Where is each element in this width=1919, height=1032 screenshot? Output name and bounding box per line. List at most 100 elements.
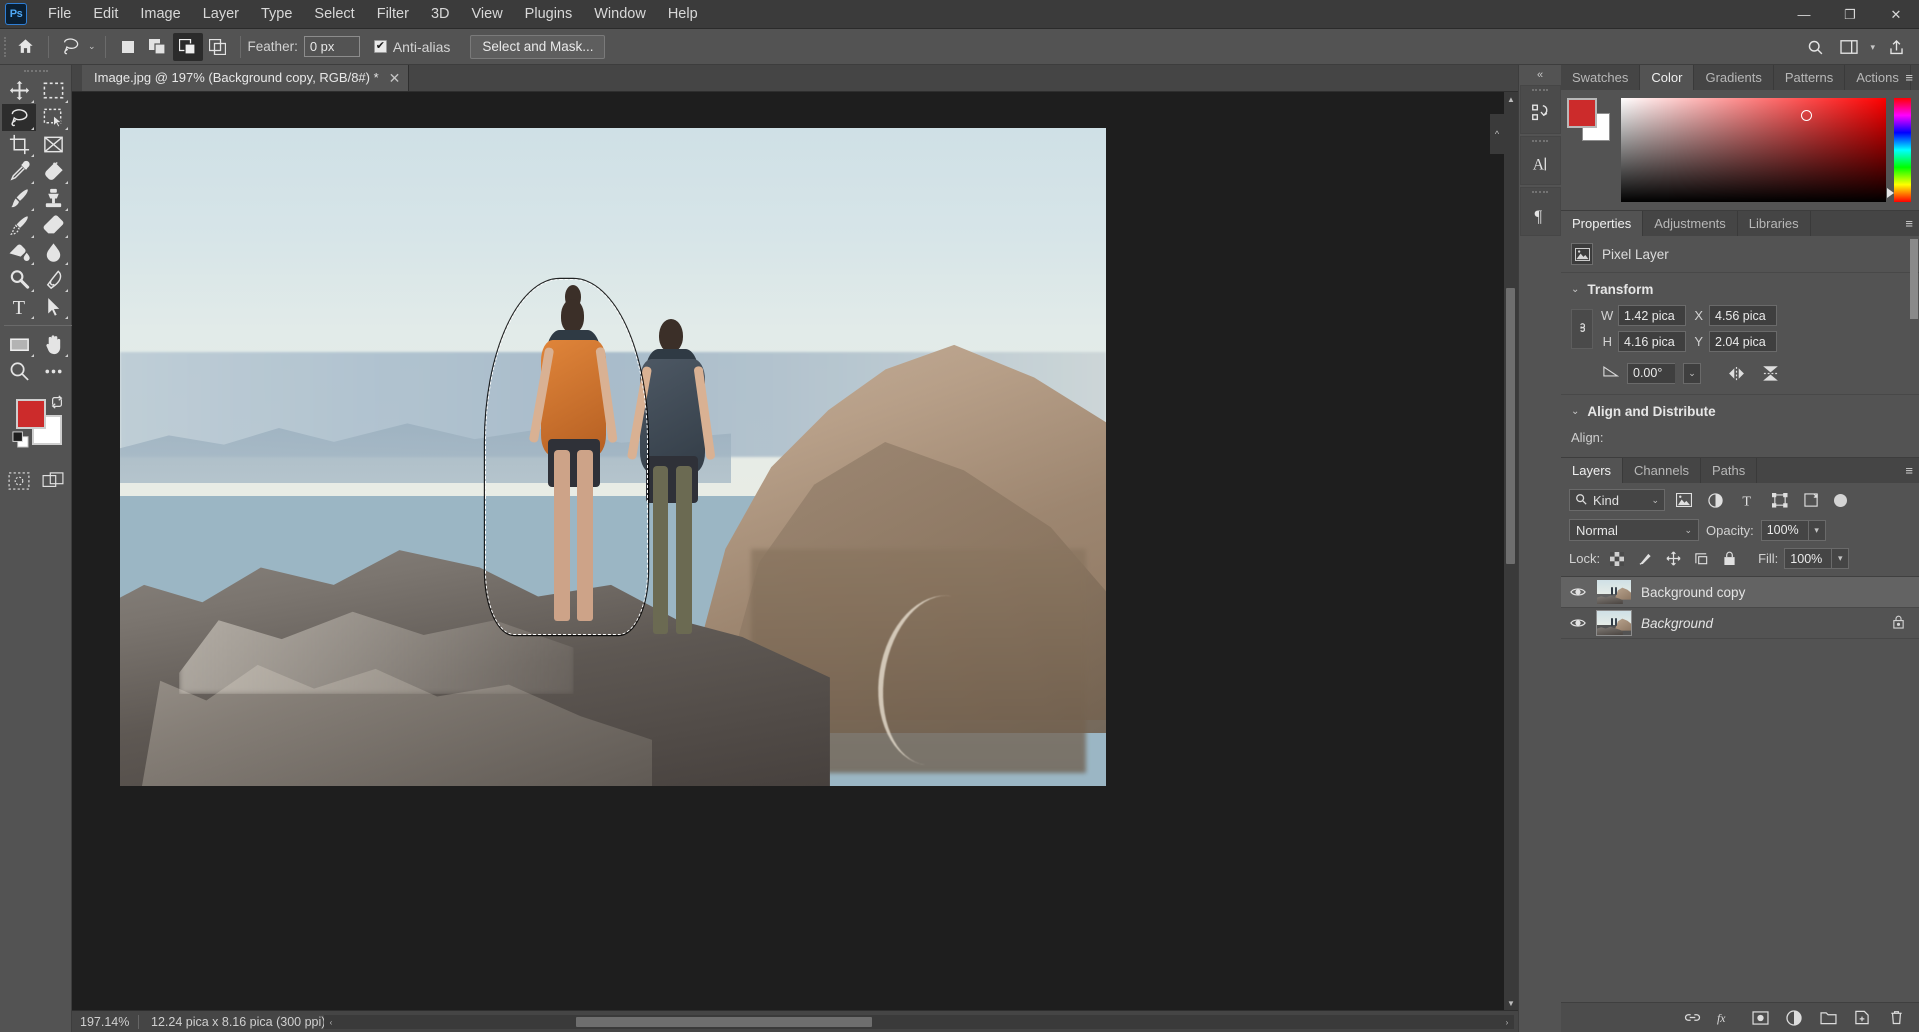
- move-tool[interactable]: [2, 77, 36, 104]
- blend-mode-select[interactable]: Normal ⌄: [1569, 519, 1699, 541]
- panel-menu-icon[interactable]: ≡: [1905, 211, 1913, 236]
- layer-name[interactable]: Background copy: [1641, 585, 1911, 600]
- edit-toolbar-more[interactable]: [36, 358, 70, 385]
- scroll-right-arrow[interactable]: ›: [1500, 1015, 1514, 1029]
- lasso-tool[interactable]: [2, 104, 36, 131]
- hand-tool[interactable]: [36, 331, 70, 358]
- default-colors-icon[interactable]: [12, 431, 29, 451]
- share-icon[interactable]: [1881, 33, 1911, 61]
- maximize-button[interactable]: ❐: [1827, 0, 1873, 29]
- menu-item-edit[interactable]: Edit: [82, 0, 129, 28]
- canvas[interactable]: ^ ▲ ▼: [72, 92, 1518, 1010]
- menu-item-image[interactable]: Image: [129, 0, 191, 28]
- lock-transparent-pixels-icon[interactable]: [1606, 549, 1628, 569]
- rectangular-marquee-tool[interactable]: [36, 77, 70, 104]
- chevron-down-icon[interactable]: ⌄: [88, 41, 96, 52]
- tab-properties[interactable]: Properties: [1561, 211, 1644, 236]
- filter-shape-icon[interactable]: [1766, 489, 1793, 511]
- canvas-collapse-toggle[interactable]: ^: [1490, 114, 1504, 154]
- rectangle-tool[interactable]: [2, 331, 36, 358]
- flip-horizontal-icon[interactable]: [1723, 362, 1749, 384]
- tab-layers[interactable]: Layers: [1561, 458, 1624, 483]
- chevron-down-icon[interactable]: ⌄: [1571, 406, 1579, 417]
- character-icon[interactable]: A: [1521, 144, 1562, 184]
- filter-adjustment-icon[interactable]: [1702, 489, 1729, 511]
- add-layer-mask-icon[interactable]: [1751, 1009, 1769, 1027]
- eraser-tool[interactable]: [36, 212, 70, 239]
- new-layer-icon[interactable]: [1853, 1009, 1871, 1027]
- panel-grip[interactable]: [1521, 137, 1560, 144]
- new-selection-button[interactable]: [113, 33, 143, 61]
- y-input[interactable]: [1709, 331, 1777, 352]
- subtract-from-selection-button[interactable]: [172, 32, 203, 61]
- path-selection-tool[interactable]: [36, 293, 70, 320]
- hue-slider[interactable]: [1887, 98, 1911, 202]
- expand-panels-icon[interactable]: «: [1519, 65, 1562, 85]
- scrollbar-thumb[interactable]: [1506, 288, 1515, 564]
- menu-item-file[interactable]: File: [37, 0, 82, 28]
- quick-mask-icon[interactable]: [6, 469, 32, 493]
- type-tool[interactable]: T: [2, 293, 36, 320]
- hue-slider-marker[interactable]: [1887, 188, 1894, 198]
- close-icon[interactable]: ✕: [389, 71, 401, 85]
- fill-value[interactable]: 100%: [1784, 548, 1833, 569]
- dodge-tool[interactable]: [2, 266, 36, 293]
- layer-visibility-icon[interactable]: [1569, 617, 1587, 629]
- blur-tool[interactable]: [36, 239, 70, 266]
- tab-color[interactable]: Color: [1640, 65, 1695, 90]
- paragraph-icon[interactable]: ¶: [1521, 195, 1562, 235]
- fill-dropdown-icon[interactable]: ▾: [1832, 548, 1850, 569]
- home-icon[interactable]: [9, 33, 41, 61]
- layer-row[interactable]: Background copy: [1561, 577, 1919, 608]
- select-and-mask-button[interactable]: Select and Mask...: [470, 34, 606, 59]
- screen-mode-icon[interactable]: [40, 469, 66, 493]
- layer-visibility-icon[interactable]: [1569, 586, 1587, 598]
- eyedropper-tool[interactable]: [2, 158, 36, 185]
- lasso-tool-icon[interactable]: [56, 33, 86, 61]
- menu-item-3d[interactable]: 3D: [420, 0, 461, 28]
- active-tool-preset[interactable]: ⌄: [56, 33, 98, 61]
- pen-tool[interactable]: [36, 266, 70, 293]
- clone-stamp-tool[interactable]: [36, 185, 70, 212]
- opacity-value[interactable]: 100%: [1760, 519, 1809, 541]
- menu-item-layer[interactable]: Layer: [192, 0, 250, 28]
- spot-healing-brush-tool[interactable]: [36, 158, 70, 185]
- menu-item-type[interactable]: Type: [250, 0, 303, 28]
- filter-kind-select[interactable]: Kind ⌄: [1569, 489, 1665, 511]
- new-group-icon[interactable]: [1819, 1009, 1837, 1027]
- close-button[interactable]: ✕: [1873, 0, 1919, 29]
- brush-tool[interactable]: [2, 185, 36, 212]
- x-input[interactable]: [1709, 305, 1777, 326]
- object-selection-tool[interactable]: [36, 104, 70, 131]
- frame-tool[interactable]: [36, 131, 70, 158]
- scroll-up-arrow[interactable]: ▲: [1504, 92, 1518, 106]
- opacity-dropdown-icon[interactable]: ▾: [1808, 519, 1826, 541]
- flip-vertical-icon[interactable]: [1757, 362, 1783, 384]
- tab-actions[interactable]: Actions: [1845, 65, 1911, 90]
- filter-type-icon[interactable]: T: [1734, 489, 1761, 511]
- new-adjustment-layer-icon[interactable]: [1785, 1009, 1803, 1027]
- filter-toggle[interactable]: [1834, 493, 1847, 507]
- lock-all-icon[interactable]: [1718, 549, 1740, 569]
- search-icon[interactable]: [1800, 33, 1830, 61]
- height-input[interactable]: [1618, 331, 1686, 352]
- lock-artboard-nesting-icon[interactable]: [1690, 549, 1712, 569]
- align-section-header[interactable]: ⌄ Align and Distribute: [1561, 394, 1919, 425]
- menu-item-plugins[interactable]: Plugins: [514, 0, 584, 28]
- angle-dropdown-icon[interactable]: ⌄: [1683, 362, 1701, 384]
- delete-layer-icon[interactable]: [1887, 1009, 1905, 1027]
- properties-scrollbar[interactable]: [1910, 239, 1918, 319]
- tab-paths[interactable]: Paths: [1700, 458, 1758, 483]
- document-tab[interactable]: Image.jpg @ 197% (Background copy, RGB/8…: [82, 64, 410, 91]
- angle-input[interactable]: [1627, 362, 1675, 384]
- menu-item-filter[interactable]: Filter: [366, 0, 420, 28]
- menu-item-select[interactable]: Select: [303, 0, 365, 28]
- zoom-level[interactable]: 197.14%: [72, 1015, 138, 1029]
- chevron-down-icon[interactable]: ⌄: [1651, 495, 1659, 506]
- tab-channels[interactable]: Channels: [1623, 458, 1701, 483]
- lock-position-icon[interactable]: [1662, 549, 1684, 569]
- foreground-color-swatch[interactable]: [1567, 98, 1597, 128]
- gradient-tool[interactable]: [2, 239, 36, 266]
- canvas-vertical-scrollbar[interactable]: ▲ ▼: [1504, 92, 1518, 1010]
- color-field-marker[interactable]: [1801, 110, 1813, 122]
